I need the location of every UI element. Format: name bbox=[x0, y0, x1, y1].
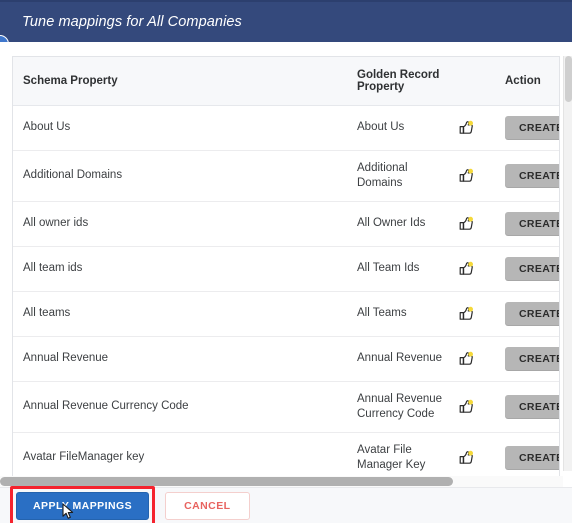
table-row: All team idsAll Team Ids CREATE SUGGESTIO… bbox=[13, 246, 559, 292]
cell-suggestion-icon bbox=[459, 150, 497, 202]
table-row: Additional Domains Additional Domains CREA… bbox=[13, 150, 559, 202]
cell-suggestion-icon bbox=[459, 381, 497, 433]
cell-golden-record-property: Annual Revenue bbox=[355, 336, 459, 382]
dialog-title: Tune mappings for All Companies bbox=[22, 14, 242, 30]
cell-golden-record-property: All Owner Ids bbox=[355, 201, 459, 247]
column-header-schema-property: Schema Property bbox=[13, 57, 355, 106]
cell-golden-record-property: Additional Domains bbox=[355, 150, 459, 202]
cancel-button[interactable]: CANCEL bbox=[165, 491, 250, 520]
table-row: About UsAbout Us CREATE SUGGESTION bbox=[13, 105, 559, 151]
cell-action: CREATE SUGGESTION bbox=[497, 246, 559, 292]
table-row: All owner idsAll Owner Ids CREATE SUGGEST… bbox=[13, 201, 559, 247]
thumbs-up-suggestion-icon[interactable] bbox=[459, 120, 474, 135]
cell-suggestion-icon bbox=[459, 291, 497, 337]
thumbs-up-suggestion-icon[interactable] bbox=[459, 306, 474, 321]
cell-suggestion-icon bbox=[459, 336, 497, 382]
dialog-titlebar: Tune mappings for All Companies bbox=[0, 0, 572, 53]
create-suggestion-button[interactable]: CREATE SUGGESTION bbox=[505, 115, 559, 140]
cell-schema-property: All team ids bbox=[13, 246, 355, 292]
thumbs-up-suggestion-icon[interactable] bbox=[459, 450, 474, 465]
column-header-action: Action bbox=[497, 57, 559, 106]
cell-suggestion-icon bbox=[459, 105, 497, 151]
cell-schema-property: Annual Revenue Currency Code bbox=[13, 381, 355, 433]
cell-suggestion-icon bbox=[459, 246, 497, 292]
horizontal-scrollbar[interactable] bbox=[0, 476, 563, 487]
cell-action: CREATE SUGGESTION bbox=[497, 105, 559, 151]
cell-golden-record-property: About Us bbox=[355, 105, 459, 151]
cell-suggestion-icon bbox=[459, 201, 497, 247]
create-suggestion-button[interactable]: CREATE SUGGESTION bbox=[505, 163, 559, 188]
horizontal-scrollbar-thumb[interactable] bbox=[0, 477, 453, 486]
table-header: Schema Property Golden Record Property A… bbox=[13, 57, 559, 106]
thumbs-up-suggestion-icon[interactable] bbox=[459, 351, 474, 366]
apply-mappings-wrapper: APPLY MAPPINGS bbox=[10, 485, 156, 523]
cell-action: CREATE SUGGESTION bbox=[497, 201, 559, 247]
cell-golden-record-property: Annual Revenue Currency Code bbox=[355, 381, 459, 433]
table-body: About UsAbout UsCREATE SUGGESTIONAdditio… bbox=[13, 105, 559, 487]
vertical-scrollbar-thumb[interactable] bbox=[565, 56, 572, 102]
cell-schema-property: Additional Domains bbox=[13, 150, 355, 202]
cell-golden-record-property: All Teams bbox=[355, 291, 459, 337]
cell-action: CREATE SUGGESTION bbox=[497, 336, 559, 382]
column-header-golden-record-property: Golden Record Property bbox=[355, 57, 459, 106]
table-row: All teamsAll Teams CREATE SUGGESTION bbox=[13, 291, 559, 337]
cell-action: CREATE SUGGESTION bbox=[497, 150, 559, 202]
thumbs-up-suggestion-icon[interactable] bbox=[459, 216, 474, 231]
thumbs-up-suggestion-icon[interactable] bbox=[459, 261, 474, 276]
vertical-scrollbar[interactable] bbox=[563, 56, 572, 471]
create-suggestion-button[interactable]: CREATE SUGGESTION bbox=[505, 346, 559, 371]
create-suggestion-button[interactable]: CREATE SUGGESTION bbox=[505, 301, 559, 326]
mappings-table-frame: Schema Property Golden Record Property A… bbox=[12, 56, 560, 487]
cell-schema-property: About Us bbox=[13, 105, 355, 151]
cell-golden-record-property: All Team Ids bbox=[355, 246, 459, 292]
table-row: Annual Revenue Currency Code Annual Reven… bbox=[13, 381, 559, 433]
tune-mappings-dialog: Tune mappings for All Companies Schema P… bbox=[0, 0, 572, 523]
table-header-row: Schema Property Golden Record Property A… bbox=[13, 57, 559, 106]
dialog-footer: APPLY MAPPINGS CANCEL bbox=[0, 485, 572, 523]
apply-mappings-button[interactable]: APPLY MAPPINGS bbox=[16, 491, 150, 520]
thumbs-up-suggestion-icon[interactable] bbox=[459, 399, 474, 414]
create-suggestion-button[interactable]: CREATE SUGGESTION bbox=[505, 394, 559, 419]
create-suggestion-button[interactable]: CREATE SUGGESTION bbox=[505, 256, 559, 281]
cell-schema-property: All owner ids bbox=[13, 201, 355, 247]
cell-action: CREATE SUGGESTION bbox=[497, 381, 559, 433]
cell-schema-property: All teams bbox=[13, 291, 355, 337]
thumbs-up-suggestion-icon[interactable] bbox=[459, 168, 474, 183]
mappings-table: Schema Property Golden Record Property A… bbox=[13, 57, 559, 487]
dialog-body: Schema Property Golden Record Property A… bbox=[0, 42, 572, 487]
cell-action: CREATE SUGGESTION bbox=[497, 291, 559, 337]
create-suggestion-button[interactable]: CREATE SUGGESTION bbox=[505, 445, 559, 470]
create-suggestion-button[interactable]: CREATE SUGGESTION bbox=[505, 211, 559, 236]
table-row: Annual RevenueAnnual Revenue CREATE SUGGE… bbox=[13, 336, 559, 382]
column-header-icon bbox=[459, 57, 497, 106]
cell-schema-property: Annual Revenue bbox=[13, 336, 355, 382]
